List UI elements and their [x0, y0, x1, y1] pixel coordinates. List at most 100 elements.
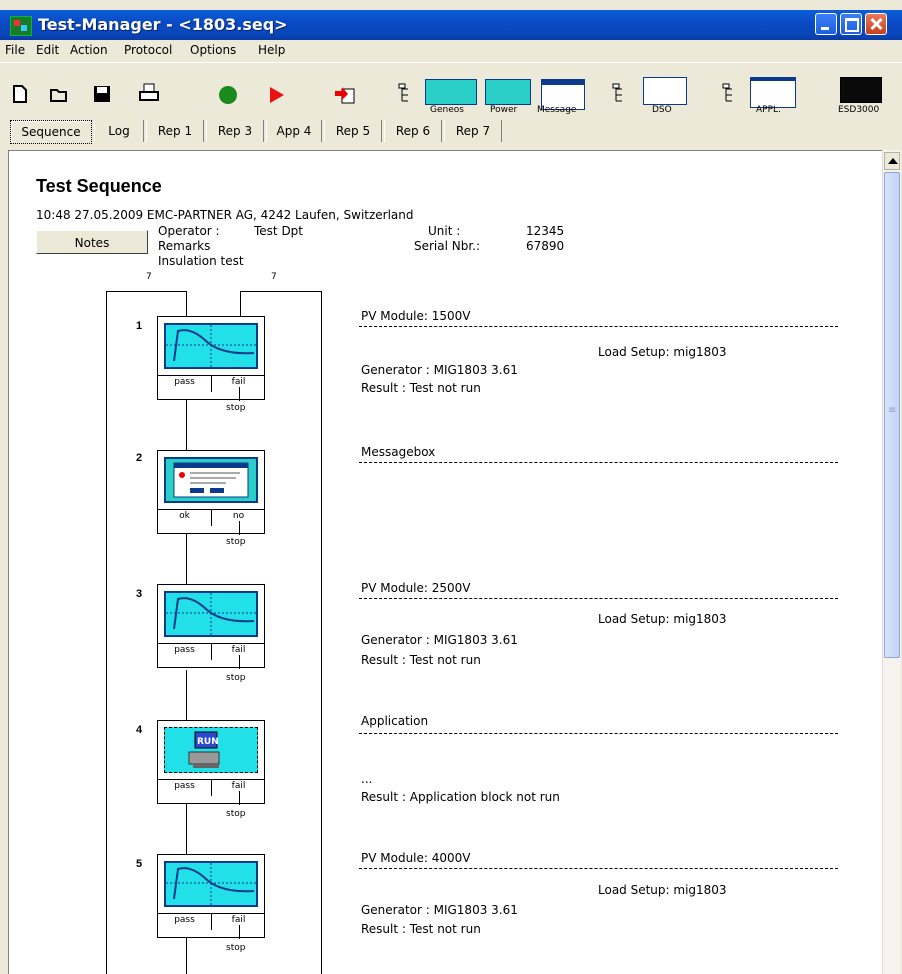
pass-branch-label: pass	[174, 915, 195, 925]
power-label: Power	[490, 105, 518, 115]
scroll-thumb[interactable]	[884, 172, 900, 658]
connector-line	[186, 938, 187, 974]
loop-frame-left	[106, 291, 107, 974]
connector-line	[186, 534, 187, 584]
step-number: 5	[136, 858, 143, 870]
pass-branch-label: pass	[174, 377, 195, 387]
step-block-pv-4000[interactable]: pass fail	[157, 854, 265, 938]
step-setup: Load Setup: mig1803	[598, 612, 727, 626]
minimize-button[interactable]	[815, 13, 837, 35]
stop-wire	[239, 925, 240, 939]
start-icon[interactable]	[268, 85, 286, 105]
fail-branch-label: fail	[231, 377, 246, 387]
result-branches: pass fail	[158, 779, 264, 804]
step-divider	[359, 733, 838, 734]
stop-wire	[239, 791, 240, 805]
step-divider	[359, 326, 838, 327]
fail-branch-label: fail	[231, 915, 246, 925]
step-divider	[359, 598, 838, 599]
tree-icon[interactable]	[722, 83, 744, 105]
open-folder-icon[interactable]	[50, 87, 70, 103]
stop-label: stop	[226, 673, 246, 683]
tab-rep-7[interactable]: Rep 7	[444, 120, 502, 142]
unit-label: Unit :	[428, 224, 461, 238]
menu-help[interactable]: Help	[258, 43, 285, 57]
waveform-icon	[164, 323, 258, 369]
step-setup: Load Setup: mig1803	[598, 883, 727, 897]
result-branches: pass fail	[158, 913, 264, 938]
step-number: 1	[136, 320, 143, 332]
save-icon[interactable]	[93, 85, 111, 103]
step-generator: Generator : MIG1803 3.61	[361, 633, 518, 647]
scroll-up-icon[interactable]	[884, 152, 900, 170]
app-icon[interactable]	[10, 16, 32, 36]
menu-protocol[interactable]: Protocol	[124, 43, 172, 57]
step-setup: Load Setup: mig1803	[598, 345, 727, 359]
fail-branch-label: fail	[231, 781, 246, 791]
step-ellipsis: ...	[361, 772, 373, 786]
connector-line	[186, 400, 187, 450]
connector-line	[186, 670, 187, 720]
tab-rep-1[interactable]: Rep 1	[146, 120, 204, 142]
close-button[interactable]	[865, 13, 887, 35]
step-result: Result : Test not run	[361, 653, 481, 667]
loop-frame-top-right	[240, 291, 322, 292]
step-generator: Generator : MIG1803 3.61	[361, 903, 518, 917]
tab-rep-5[interactable]: Rep 5	[324, 120, 382, 142]
appl-tool-icon[interactable]	[750, 77, 796, 108]
vertical-scrollbar[interactable]	[882, 150, 901, 974]
operator-label: Operator :	[158, 224, 220, 238]
tree-icon[interactable]	[612, 83, 634, 105]
step-block-messagebox[interactable]: ok no	[157, 450, 265, 534]
menu-file[interactable]: File	[5, 43, 25, 57]
stop-label: stop	[226, 403, 246, 413]
esd-tool-icon[interactable]	[840, 77, 882, 103]
new-file-icon[interactable]	[12, 85, 28, 103]
step-title: Application	[361, 714, 429, 728]
menu-options[interactable]: Options	[190, 43, 236, 57]
geneos-tool-icon[interactable]	[425, 79, 477, 105]
step-result: Result : Test not run	[361, 922, 481, 936]
import-icon[interactable]	[334, 83, 356, 105]
maximize-button[interactable]	[840, 13, 862, 35]
pass-branch-label: pass	[174, 645, 195, 655]
tab-log[interactable]: Log	[94, 120, 144, 142]
stop-wire	[239, 387, 240, 401]
serial-value: 67890	[526, 239, 565, 253]
step-title: PV Module: 2500V	[361, 581, 471, 595]
step-result: Result : Application block not run	[361, 790, 560, 804]
app-window: Test-Manager - <1803.seq> File Edit Acti…	[0, 0, 902, 974]
tab-rep-6[interactable]: Rep 6	[384, 120, 442, 142]
step-block-pv-2500[interactable]: pass fail	[157, 584, 265, 668]
step-title: Messagebox	[361, 445, 436, 459]
tree-icon[interactable]	[398, 83, 420, 105]
menu-bar: File Edit Action Protocol Options Help	[0, 40, 902, 60]
tab-sequence[interactable]: Sequence	[10, 120, 92, 144]
connector-line	[240, 291, 241, 317]
run-sequence-icon[interactable]	[218, 85, 238, 105]
remarks-label: Remarks	[158, 239, 211, 253]
toolbar: Geneos Power Message DSO APPL. ESD3000	[0, 62, 902, 117]
notes-button[interactable]: Notes	[36, 230, 148, 254]
fail-branch-label: fail	[231, 645, 246, 655]
step-generator: Generator : MIG1803 3.61	[361, 363, 518, 377]
menu-edit[interactable]: Edit	[36, 43, 59, 57]
step-block-application[interactable]: RUN pass fail	[157, 720, 265, 804]
stop-wire	[239, 655, 240, 669]
waveform-icon	[164, 591, 258, 637]
run-application-icon: RUN	[164, 727, 258, 773]
step-block-pv-1500[interactable]: pass fail	[157, 316, 265, 400]
loop-frame-top-left	[106, 291, 186, 292]
title-bar[interactable]: Test-Manager - <1803.seq>	[0, 10, 902, 40]
dso-tool-icon[interactable]	[643, 77, 687, 105]
tab-rep-3[interactable]: Rep 3	[206, 120, 264, 142]
tab-app-4[interactable]: App 4	[266, 120, 322, 142]
print-icon[interactable]	[138, 83, 160, 103]
unit-value: 12345	[526, 224, 565, 238]
stop-label: stop	[226, 809, 246, 819]
power-tool-icon[interactable]	[485, 79, 531, 105]
step-divider	[359, 868, 838, 869]
run-label: RUN	[197, 737, 219, 747]
result-branches: pass fail	[158, 643, 264, 668]
menu-action[interactable]: Action	[70, 43, 108, 57]
